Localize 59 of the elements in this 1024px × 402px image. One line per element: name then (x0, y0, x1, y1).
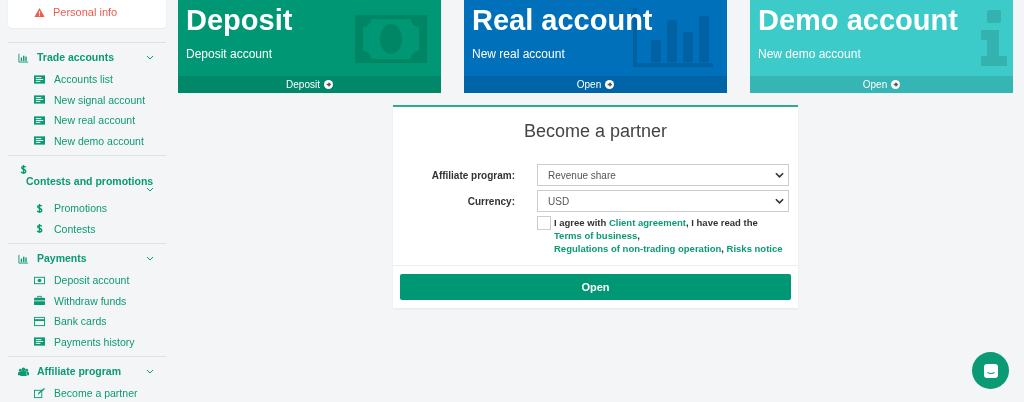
agreement-checkbox[interactable] (537, 216, 551, 230)
dollar-icon (18, 164, 29, 175)
sidebar-link[interactable]: Bank cards (54, 315, 107, 328)
list-icon (34, 336, 45, 348)
section-header[interactable]: Contests and promotions (26, 175, 154, 187)
arrow-circle-icon (323, 80, 333, 89)
tile-action-link[interactable]: Open (464, 76, 727, 93)
credit-card-icon (34, 315, 45, 327)
warning-icon (34, 6, 45, 18)
tile-action-link[interactable]: Deposit (178, 76, 441, 93)
list-icon (34, 73, 45, 85)
sidebar-link[interactable]: Become a partner (54, 387, 138, 400)
banknote-icon (34, 274, 45, 286)
chat-button[interactable] (972, 352, 1009, 389)
list-icon (34, 135, 45, 147)
arrow-circle-icon (891, 80, 901, 89)
menu-item[interactable]: Personal info (53, 6, 118, 18)
tile-title: Demo account (758, 4, 959, 37)
info-icon (981, 10, 1007, 66)
form-title: Become a partner (522, 121, 669, 142)
bar-chart-icon (18, 252, 29, 264)
users-icon (18, 365, 29, 377)
select-field[interactable]: Revenue share (537, 164, 789, 186)
link[interactable]: Client agreement (608, 217, 686, 228)
field-label: Affiliate program: (430, 169, 515, 181)
sidebar-link[interactable]: New signal account (54, 93, 146, 106)
sidebar-link[interactable]: Withdraw funds (54, 294, 127, 307)
list-icon (34, 94, 45, 106)
list-icon (34, 114, 45, 126)
dollar-icon (34, 223, 45, 235)
sidebar-link[interactable]: Accounts list (54, 73, 113, 86)
bar-chart-icon (18, 51, 29, 63)
arrow-circle-icon (605, 80, 615, 89)
briefcase-icon (34, 295, 45, 307)
section-header[interactable]: Affiliate program (37, 365, 121, 377)
sidebar-link[interactable]: New real account (54, 114, 136, 127)
select-field[interactable]: USD (537, 190, 789, 212)
link[interactable]: Risks notice (726, 243, 783, 254)
section-header[interactable]: Payments (37, 252, 87, 264)
field-label: Currency: (466, 195, 515, 207)
caret-icon (775, 198, 784, 204)
chat-icon (982, 362, 999, 379)
tile-subtitle: Deposit account (186, 47, 274, 61)
sidebar-link[interactable]: New demo account (54, 134, 144, 147)
sidebar-link[interactable]: Promotions (54, 202, 108, 215)
tile-title: Real account (472, 4, 654, 37)
edit-icon (34, 387, 45, 399)
sidebar-link[interactable]: Payments history (54, 335, 135, 348)
tile-action-link[interactable]: Open (750, 76, 1013, 93)
section-header[interactable]: Trade accounts (37, 51, 115, 63)
sidebar-link[interactable]: Contests (54, 222, 96, 235)
dollar-icon (34, 202, 45, 214)
tile-title: Deposit (186, 4, 294, 37)
tile-subtitle: New real account (472, 47, 566, 61)
tile-subtitle: New demo account (758, 47, 862, 61)
sidebar-link[interactable]: Deposit account (54, 274, 130, 287)
caret-icon (775, 172, 784, 178)
open-button[interactable]: Open (400, 274, 791, 300)
agreement-text: I agree with Client agreement, I have read the Terms of business, Regulations of non-trading operation, Risks notice (554, 216, 784, 255)
